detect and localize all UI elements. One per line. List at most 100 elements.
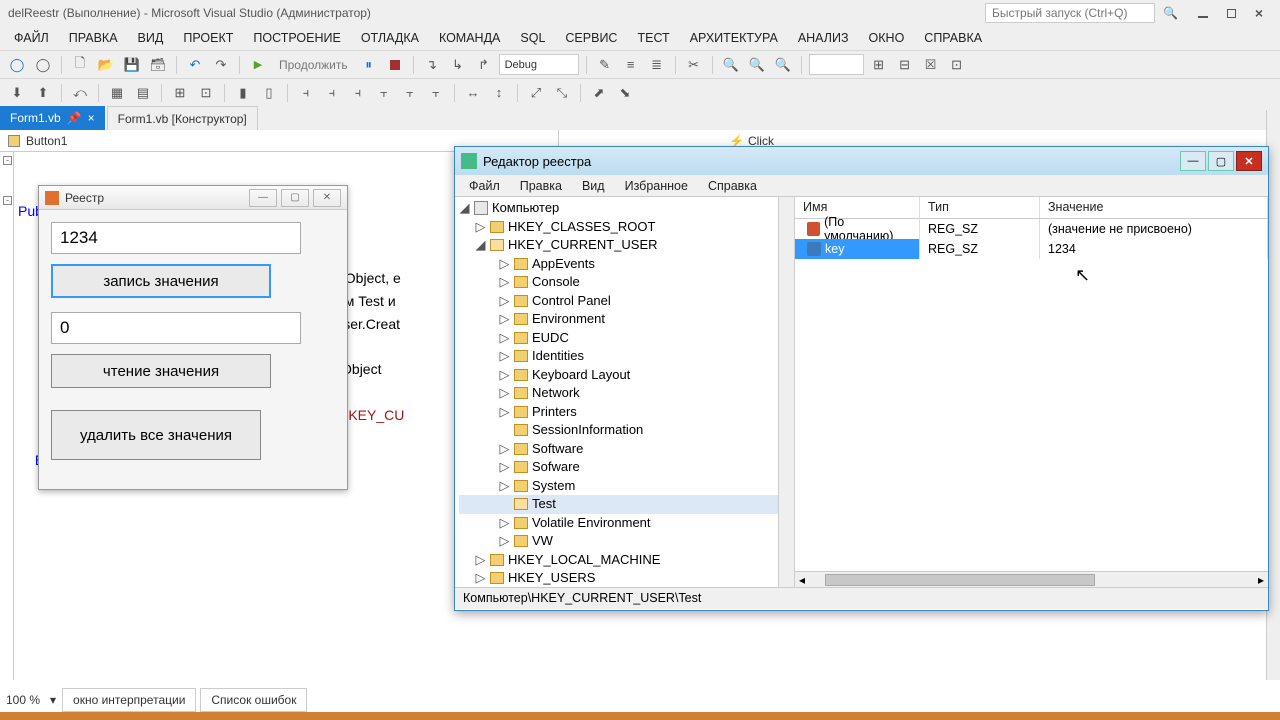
tool-icon[interactable]: ⊡: [946, 54, 968, 76]
menu-file[interactable]: ФАЙЛ: [4, 28, 59, 48]
horizontal-scrollbar[interactable]: ◂ ▸: [795, 571, 1268, 587]
expand-icon[interactable]: ▷: [499, 384, 510, 403]
align-icon[interactable]: ⫟: [425, 82, 447, 104]
menu-team[interactable]: КОМАНДА: [429, 28, 510, 48]
redo-icon[interactable]: ↷: [210, 54, 232, 76]
expand-icon[interactable]: ▷: [499, 273, 510, 292]
undo-icon[interactable]: ↶: [184, 54, 206, 76]
expand-icon[interactable]: ▷: [499, 403, 510, 422]
tool-icon[interactable]: ▤: [132, 82, 154, 104]
menu-view[interactable]: ВИД: [128, 28, 174, 48]
menu-test[interactable]: ТЕСТ: [627, 28, 679, 48]
immediate-window-tab[interactable]: окно интерпретации: [62, 688, 196, 712]
menu-window[interactable]: ОКНО: [859, 28, 915, 48]
tool-icon[interactable]: ✂: [683, 54, 705, 76]
form-maximize-button[interactable]: ▢: [281, 189, 309, 207]
menu-architecture[interactable]: АРХИТЕКТУРА: [680, 28, 788, 48]
collapse-icon[interactable]: -: [3, 156, 12, 165]
vs-minimize-button[interactable]: [1190, 2, 1216, 24]
expand-icon[interactable]: ▷: [499, 440, 510, 459]
tree-item[interactable]: Printers: [532, 403, 577, 422]
stop-icon[interactable]: [384, 54, 406, 76]
tree-item[interactable]: System: [532, 477, 575, 496]
tree-item[interactable]: Volatile Environment: [532, 514, 651, 533]
registry-values-list[interactable]: Имя Тип Значение (По умолчанию) REG_SZ (…: [795, 197, 1268, 587]
menu-help[interactable]: СПРАВКА: [914, 28, 992, 48]
registry-tree[interactable]: ◢Компьютер ▷HKEY_CLASSES_ROOT ◢HKEY_CURR…: [455, 197, 795, 587]
spacing-icon[interactable]: ⤡: [551, 82, 573, 104]
vs-maximize-button[interactable]: [1218, 2, 1244, 24]
tree-item[interactable]: AppEvents: [532, 255, 595, 274]
tab-form1-vb[interactable]: Form1.vb 📌 ×: [0, 106, 105, 130]
order-icon[interactable]: ⬈: [588, 82, 610, 104]
menu-sql[interactable]: SQL: [510, 28, 555, 48]
open-file-icon[interactable]: 📂: [95, 54, 117, 76]
expand-icon[interactable]: ▷: [499, 310, 510, 329]
spacing-icon[interactable]: ⤢: [525, 82, 547, 104]
menu-project[interactable]: ПРОЕКТ: [173, 28, 243, 48]
save-all-icon[interactable]: 🗃: [147, 54, 169, 76]
expand-icon[interactable]: ▷: [499, 366, 510, 385]
tool-icon[interactable]: ⊞: [868, 54, 890, 76]
nav-fwd-icon[interactable]: ◯: [32, 54, 54, 76]
col-type[interactable]: Тип: [920, 197, 1040, 218]
tool-icon[interactable]: ⬇: [6, 82, 28, 104]
tab-form1-designer[interactable]: Form1.vb [Конструктор]: [107, 106, 258, 130]
scroll-thumb[interactable]: [825, 574, 1095, 586]
expand-icon[interactable]: ▷: [475, 551, 486, 570]
tool-icon[interactable]: ⊟: [894, 54, 916, 76]
find-icon[interactable]: 🔍: [720, 54, 742, 76]
tree-item[interactable]: HKEY_CURRENT_USER: [508, 236, 658, 255]
config-combo[interactable]: Debug: [499, 54, 579, 75]
form-close-button[interactable]: ✕: [313, 189, 341, 207]
tree-item[interactable]: EUDC: [532, 329, 569, 348]
expand-icon[interactable]: ▷: [499, 292, 510, 311]
tool-icon[interactable]: ▦: [106, 82, 128, 104]
vs-close-button[interactable]: ×: [1246, 2, 1272, 24]
pin-icon[interactable]: 📌: [67, 111, 82, 125]
tree-item[interactable]: Control Panel: [532, 292, 611, 311]
tree-item[interactable]: Network: [532, 384, 580, 403]
menu-tools[interactable]: СЕРВИС: [555, 28, 627, 48]
expand-icon[interactable]: ▷: [499, 477, 510, 496]
expand-icon[interactable]: ▷: [499, 514, 510, 533]
save-icon[interactable]: 💾: [121, 54, 143, 76]
nav-back-icon[interactable]: ◯: [6, 54, 28, 76]
tree-item-selected[interactable]: Test: [532, 495, 556, 514]
align-icon[interactable]: ⫟: [399, 82, 421, 104]
order-icon[interactable]: ⬊: [614, 82, 636, 104]
input-value1[interactable]: 1234: [51, 222, 301, 254]
tool-icon[interactable]: ☒: [920, 54, 942, 76]
tree-item[interactable]: Console: [532, 273, 580, 292]
find-icon[interactable]: 🔍: [772, 54, 794, 76]
rg-menu-help[interactable]: Справка: [698, 176, 767, 196]
tree-item[interactable]: VW: [532, 532, 553, 551]
pause-icon[interactable]: ⏸: [358, 54, 380, 76]
tree-item[interactable]: SessionInformation: [532, 421, 643, 440]
tool-icon[interactable]: ≣: [646, 54, 668, 76]
tree-item[interactable]: Identities: [532, 347, 584, 366]
tool-icon[interactable]: ⬆: [32, 82, 54, 104]
spacing-icon[interactable]: ↕: [488, 82, 510, 104]
tree-item[interactable]: Environment: [532, 310, 605, 329]
rg-menu-file[interactable]: Файл: [459, 176, 510, 196]
tree-item[interactable]: Sofware: [532, 458, 580, 477]
empty-combo[interactable]: [809, 54, 864, 75]
write-value-button[interactable]: запись значения: [51, 264, 271, 298]
expand-icon[interactable]: ▷: [475, 218, 486, 237]
search-icon[interactable]: 🔍: [1163, 6, 1178, 20]
find-icon[interactable]: 🔍: [746, 54, 768, 76]
new-file-icon[interactable]: 🗋: [69, 54, 91, 76]
tool-icon[interactable]: ✎: [594, 54, 616, 76]
collapse-icon[interactable]: -: [3, 196, 12, 205]
menu-analyze[interactable]: АНАЛИЗ: [788, 28, 859, 48]
align-icon[interactable]: ⫞: [321, 82, 343, 104]
align-icon[interactable]: ⫟: [373, 82, 395, 104]
continue-button[interactable]: ▶: [247, 54, 269, 76]
spacing-icon[interactable]: ↔: [462, 82, 484, 104]
form-minimize-button[interactable]: —: [249, 189, 277, 207]
regedit-title-bar[interactable]: Редактор реестра — ▢ ✕: [455, 147, 1268, 175]
close-tab-icon[interactable]: ×: [88, 111, 95, 125]
rg-menu-edit[interactable]: Правка: [510, 176, 572, 196]
expand-icon[interactable]: ◢: [475, 236, 486, 255]
